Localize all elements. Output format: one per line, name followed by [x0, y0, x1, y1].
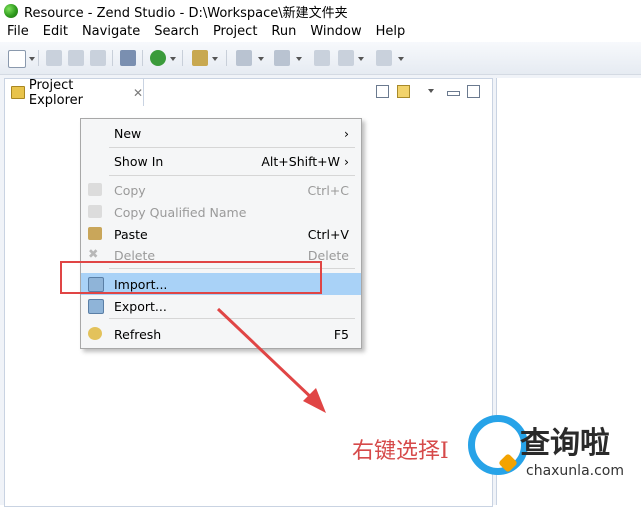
watermark-name: 查询啦	[520, 426, 610, 461]
watermark-domain: chaxunla.com	[526, 463, 624, 479]
chaxunla-logo-icon	[468, 415, 528, 475]
annotation-text: 右键选择I	[352, 439, 449, 464]
